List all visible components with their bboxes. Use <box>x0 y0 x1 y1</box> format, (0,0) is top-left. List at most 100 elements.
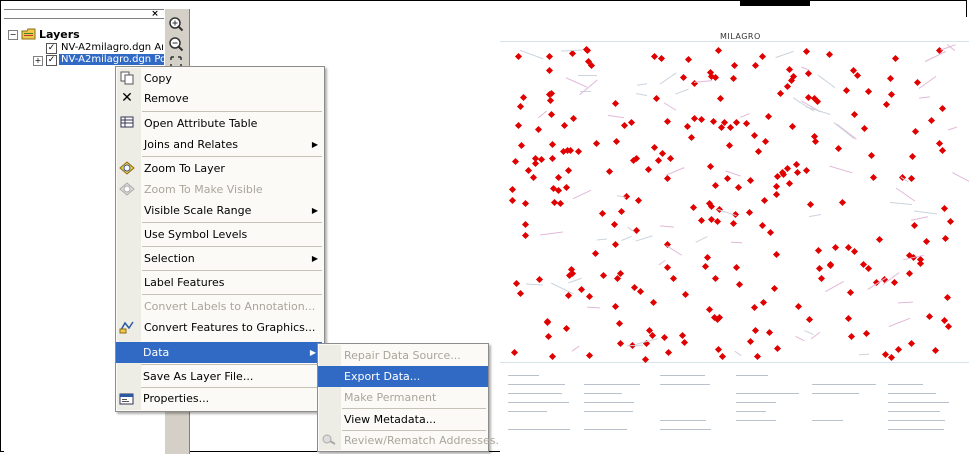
map-point-marker <box>592 140 600 148</box>
map-point-marker <box>742 119 750 128</box>
zoom-visible-icon <box>119 182 135 197</box>
map-point-marker <box>908 152 916 160</box>
menu-item-copy[interactable]: Copy <box>116 68 324 89</box>
map-contour-line <box>608 114 625 118</box>
map-point-marker <box>612 137 620 145</box>
menu-item-label: Zoom To Make Visible <box>144 183 263 196</box>
menu-item-convert-labels[interactable]: Convert Labels to Annotation... <box>116 296 324 317</box>
map-point-marker <box>817 274 825 282</box>
menu-item-selection[interactable]: Selection ▶ <box>116 248 324 269</box>
map-point-marker <box>803 48 811 56</box>
table-icon <box>119 116 135 131</box>
map-contour-line <box>805 105 831 115</box>
map-display[interactable]: MILAGRO <box>500 17 969 452</box>
menu-item-remove[interactable]: ✕ Remove <box>116 88 324 109</box>
layers-folder-icon <box>21 27 37 41</box>
map-point-marker <box>563 324 571 332</box>
map-point-marker <box>773 191 781 199</box>
map-point-marker <box>546 67 554 75</box>
menu-item-open-attribute-table[interactable]: Open Attribute Table <box>116 113 324 134</box>
map-contour-line <box>925 50 947 62</box>
zoom-out-icon[interactable] <box>168 36 184 52</box>
map-point-marker <box>944 322 952 331</box>
map-contour-line <box>666 167 685 176</box>
map-contour-line <box>579 79 598 95</box>
map-point-marker <box>683 123 691 131</box>
menu-item-label: Properties... <box>143 392 210 405</box>
map-point-marker <box>838 198 846 206</box>
map-point-marker <box>612 303 620 311</box>
map-point-marker <box>706 305 714 313</box>
menu-item-visible-scale-range[interactable]: Visible Scale Range ▶ <box>116 200 324 221</box>
map-point-marker <box>785 65 794 73</box>
map-point-marker <box>867 151 875 159</box>
menu-item-use-symbol-levels[interactable]: Use Symbol Levels <box>116 224 324 245</box>
map-point-marker <box>521 200 530 208</box>
map-point-marker <box>517 141 525 150</box>
map-point-marker <box>634 197 642 205</box>
map-point-marker <box>927 116 935 124</box>
menu-item-label-features[interactable]: Label Features <box>116 272 324 293</box>
toc-root-label[interactable]: Layers <box>39 28 80 41</box>
legend-line <box>660 429 711 430</box>
map-point-marker <box>943 293 951 301</box>
layer-name-annotation[interactable]: NV-A2milagro.dgn Annol <box>61 42 163 53</box>
layer-visibility-checkbox[interactable]: ✓ <box>46 43 57 54</box>
map-point-marker <box>534 125 542 133</box>
map-contour-line <box>693 79 713 83</box>
submenu-item-export-data[interactable]: Export Data... <box>318 366 488 387</box>
map-legend-area <box>500 367 969 452</box>
map-point-marker <box>789 122 797 130</box>
map-point-marker <box>755 148 763 156</box>
zoom-to-layer-icon <box>119 161 135 176</box>
zoom-in-icon[interactable] <box>168 16 184 32</box>
map-point-marker <box>599 271 607 279</box>
map-point-marker <box>746 209 754 217</box>
layer-visibility-checkbox[interactable]: ✓ <box>46 55 57 66</box>
map-point-marker <box>890 278 898 286</box>
menu-item-properties[interactable]: Properties... <box>116 389 322 409</box>
expand-toggle-point-layer[interactable]: + <box>33 56 43 66</box>
map-point-marker <box>732 263 740 271</box>
submenu-item-view-metadata[interactable]: View Metadata... <box>318 409 488 430</box>
map-point-marker <box>916 260 924 268</box>
map-point-marker <box>508 185 517 193</box>
menu-item-convert-features[interactable]: Convert Features to Graphics... <box>116 317 324 338</box>
map-contour-line <box>895 187 915 202</box>
map-point-marker <box>697 216 705 224</box>
map-contour-line <box>577 74 597 76</box>
menu-item-label: Review/Rematch Addresses... <box>344 434 506 447</box>
menu-item-zoom-to-make-visible[interactable]: Zoom To Make Visible <box>116 179 324 200</box>
submenu-arrow-icon: ▶ <box>309 348 316 357</box>
legend-line <box>736 375 769 376</box>
menu-item-zoom-to-layer[interactable]: Zoom To Layer <box>116 158 324 179</box>
collapse-toggle-layers[interactable]: − <box>8 30 18 40</box>
map-point-marker <box>813 98 821 106</box>
map-point-marker <box>870 173 878 181</box>
legend-line <box>812 384 876 385</box>
submenu-item-review-rematch[interactable]: Review/Rematch Addresses... <box>318 430 506 451</box>
map-point-marker <box>891 54 900 63</box>
close-icon[interactable]: × <box>148 9 162 19</box>
menu-item-save-as-layer-file[interactable]: Save As Layer File... <box>116 366 322 387</box>
menu-item-label: Zoom To Layer <box>144 162 225 175</box>
map-point-marker <box>669 275 677 283</box>
map-contour-line <box>627 344 644 346</box>
layer-name-point-selected[interactable]: NV-A2milagro.dgn Point <box>59 54 165 65</box>
map-point-marker <box>772 182 780 190</box>
map-contour-line <box>627 227 635 233</box>
legend-line <box>584 429 627 430</box>
submenu-item-make-permanent[interactable]: Make Permanent <box>318 387 488 408</box>
map-point-marker <box>549 155 557 163</box>
map-point-marker <box>584 46 592 54</box>
map-point-marker <box>771 284 779 293</box>
menu-separator <box>142 222 322 223</box>
map-point-marker <box>537 156 545 164</box>
menu-separator <box>142 156 322 157</box>
map-point-marker <box>687 133 695 142</box>
menu-item-joins-and-relates[interactable]: Joins and Relates ▶ <box>116 134 324 155</box>
map-contour-line <box>952 172 969 186</box>
submenu-item-repair-data-source[interactable]: Repair Data Source... <box>318 345 488 366</box>
legend-line <box>584 402 635 403</box>
menu-item-data[interactable]: Data ▶ <box>116 342 322 363</box>
